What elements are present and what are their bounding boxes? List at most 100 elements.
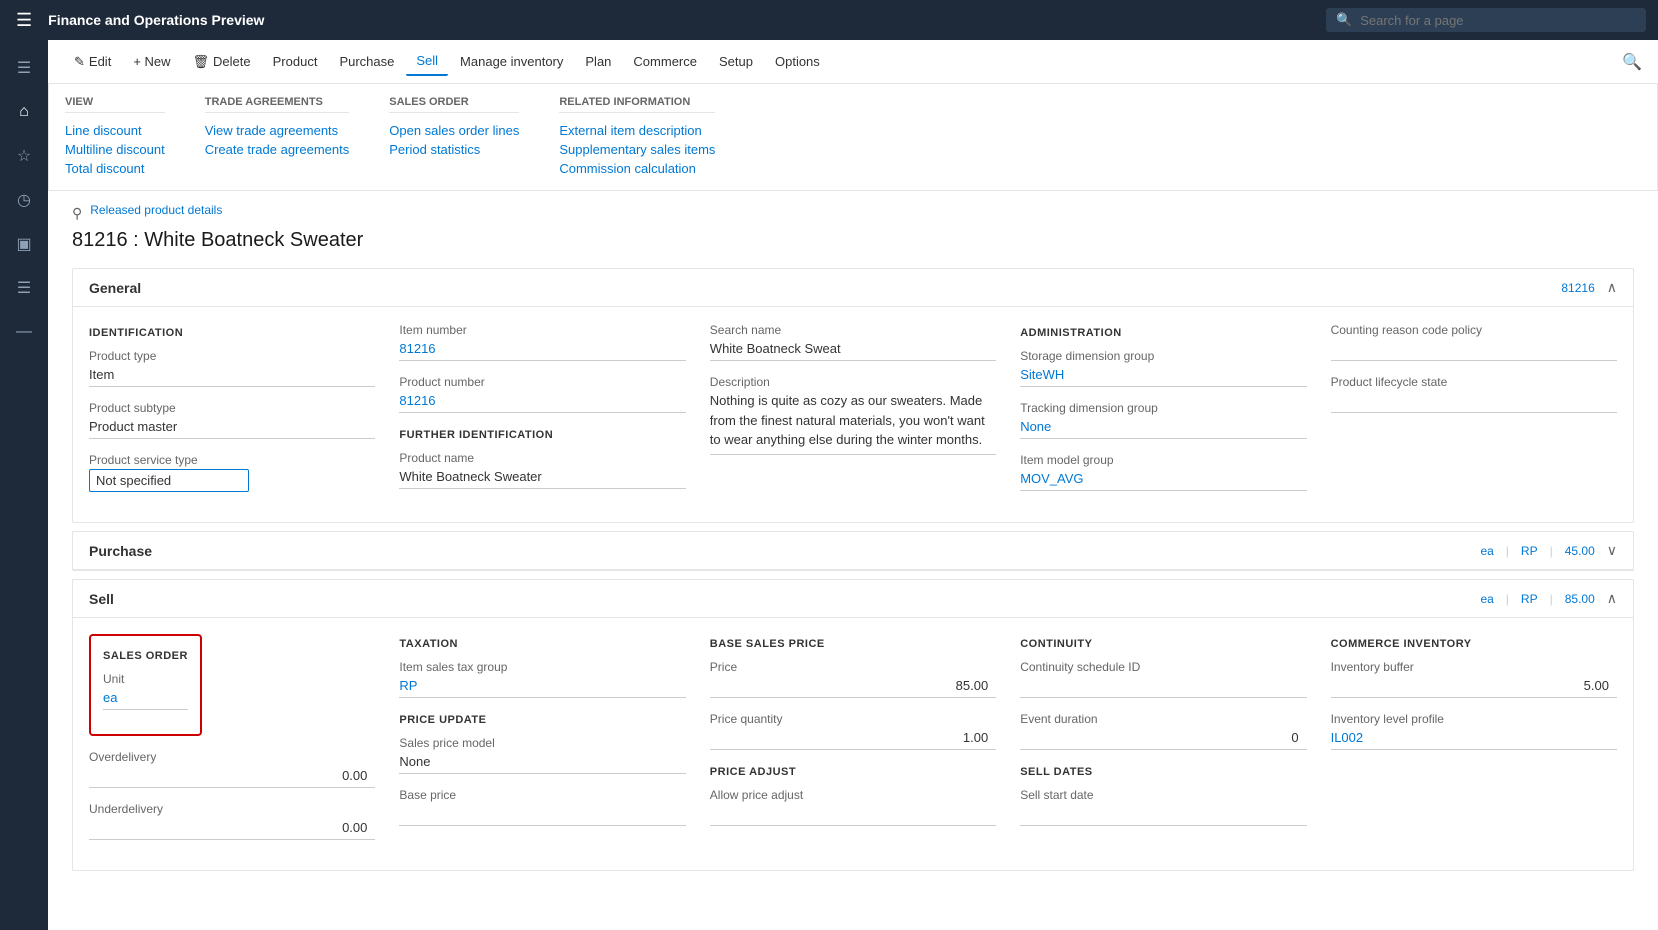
overdelivery-value: 0.00 [89,766,375,788]
purchase-button[interactable]: Purchase [329,48,404,75]
base-sales-price-column: BASE SALES PRICE Price 85.00 Price quant… [710,634,996,854]
global-search-box[interactable]: 🔍 [1326,8,1646,32]
taxation-title: TAXATION [399,638,685,650]
price-update-title: PRICE UPDATE [399,714,685,726]
administration-title: ADMINISTRATION [1020,327,1306,339]
item-number-value[interactable]: 81216 [399,339,685,361]
edit-button[interactable]: ✎ Edit [64,48,121,76]
options-button[interactable]: Options [765,48,830,75]
dropdown-view-section: View Line discount Multiline discount To… [65,96,165,178]
item-sales-tax-label: Item sales tax group [399,660,685,674]
dropdown-create-trade-agreements[interactable]: Create trade agreements [205,140,350,159]
sidebar-icon-favorites[interactable]: ☆ [4,136,44,176]
product-type-label: Product type [89,349,375,363]
purchase-section-chevron: ∨ [1607,542,1617,559]
product-number-value[interactable]: 81216 [399,391,685,413]
item-number-group: Item number 81216 [399,323,685,361]
global-search-input[interactable] [1360,13,1636,28]
continuity-schedule-group: Continuity schedule ID [1020,660,1306,698]
sales-price-model-value: None [399,752,685,774]
sidebar-icon-modules[interactable]: ☰ [4,268,44,308]
product-type-value: Item [89,365,375,387]
product-number-label: Product number [399,375,685,389]
administration-column: ADMINISTRATION Storage dimension group S… [1020,323,1306,506]
unit-value[interactable]: ea [103,688,188,710]
purchase-section-header[interactable]: Purchase ea | RP | 45.00 ∨ [73,532,1633,570]
dropdown-view-trade-agreements[interactable]: View trade agreements [205,121,350,140]
left-sidebar: ☰ ⌂ ☆ ◷ ▣ ☰ — [0,40,48,930]
sidebar-icon-pinned[interactable]: — [4,312,44,352]
toolbar-search-icon[interactable]: 🔍 [1622,52,1642,72]
sell-dropdown-menu: View Line discount Multiline discount To… [48,84,1658,191]
dropdown-multiline-discount[interactable]: Multiline discount [65,140,165,159]
sales-price-model-group: Sales price model None [399,736,685,774]
dropdown-total-discount[interactable]: Total discount [65,159,165,178]
dropdown-related-information-title: Related information [559,96,715,113]
storage-dimension-label: Storage dimension group [1020,349,1306,363]
identification-title: IDENTIFICATION [89,327,375,339]
tracking-dimension-value[interactable]: None [1020,417,1306,439]
continuity-column: CONTINUITY Continuity schedule ID Event … [1020,634,1306,854]
dropdown-related-information-section: Related information External item descri… [559,96,715,178]
sidebar-icon-workspaces[interactable]: ▣ [4,224,44,264]
description-group: Description Nothing is quite as cozy as … [710,375,996,455]
item-sales-tax-value[interactable]: RP [399,676,685,698]
search-name-label: Search name [710,323,996,337]
description-value: Nothing is quite as cozy as our sweaters… [710,391,996,455]
product-name-label: Product name [399,451,685,465]
dropdown-open-sales-order-lines[interactable]: Open sales order lines [389,121,519,140]
product-button[interactable]: Product [263,48,328,75]
new-button[interactable]: + New [123,48,180,75]
event-duration-label: Event duration [1020,712,1306,726]
sell-button[interactable]: Sell [406,47,448,76]
sales-order-column: SALES ORDER Unit ea Overdelivery 0.00 [89,634,375,854]
dropdown-external-item-description[interactable]: External item description [559,121,715,140]
identification-column: IDENTIFICATION Product type Item Product… [89,323,375,506]
sell-section-header[interactable]: Sell ea | RP | 85.00 ∧ [73,580,1633,618]
hamburger-menu-icon[interactable]: ☰ [12,6,36,35]
dropdown-period-statistics[interactable]: Period statistics [389,140,519,159]
further-identification-title: FURTHER IDENTIFICATION [399,429,685,441]
top-bar: ☰ Finance and Operations Preview 🔍 [0,0,1658,40]
product-service-type-input[interactable] [89,469,249,492]
commerce-button[interactable]: Commerce [623,48,707,75]
edit-icon: ✎ [74,54,85,70]
base-price-value [399,804,685,826]
delete-button[interactable]: 🗑 Delete [183,48,261,76]
setup-button[interactable]: Setup [709,48,763,75]
search-icon: 🔍 [1336,12,1352,28]
item-model-group: Item model group MOV_AVG [1020,453,1306,491]
manage-inventory-button[interactable]: Manage inventory [450,48,573,75]
sidebar-icon-recent[interactable]: ◷ [4,180,44,220]
sell-section-title: Sell [89,591,114,607]
sell-badge1: ea [1480,592,1493,606]
filter-icon[interactable]: ⚲ [72,205,82,222]
underdelivery-label: Underdelivery [89,802,375,816]
product-name-value: White Boatneck Sweater [399,467,685,489]
sell-section-body: SALES ORDER Unit ea Overdelivery 0.00 [73,618,1633,870]
item-model-value[interactable]: MOV_AVG [1020,469,1306,491]
toolbar: ✎ Edit + New 🗑 Delete Product Purchase S… [48,40,1658,84]
product-subtype-value: Product master [89,417,375,439]
counting-column: Counting reason code policy Product life… [1331,323,1617,506]
sidebar-icon-home[interactable]: ⌂ [4,92,44,132]
dropdown-line-discount[interactable]: Line discount [65,121,165,140]
inventory-level-profile-value[interactable]: IL002 [1331,728,1617,750]
tracking-dimension-label: Tracking dimension group [1020,401,1306,415]
plan-button[interactable]: Plan [575,48,621,75]
dropdown-supplementary-sales-items[interactable]: Supplementary sales items [559,140,715,159]
sidebar-icon-hamburger[interactable]: ☰ [4,48,44,88]
commerce-inventory-column: COMMERCE INVENTORY Inventory buffer 5.00… [1331,634,1617,854]
continuity-title: CONTINUITY [1020,638,1306,650]
dropdown-sales-order-section: Sales order Open sales order lines Perio… [389,96,519,178]
sell-badge3: 85.00 [1565,592,1595,606]
item-sales-tax-group: Item sales tax group RP [399,660,685,698]
purchase-section-title: Purchase [89,543,152,559]
general-section-header[interactable]: General 81216 ∧ [73,269,1633,307]
product-number-group: Product number 81216 [399,375,685,413]
breadcrumb[interactable]: Released product details [90,203,222,217]
dropdown-commission-calculation[interactable]: Commission calculation [559,159,715,178]
inventory-level-profile-group: Inventory level profile IL002 [1331,712,1617,750]
storage-dimension-value[interactable]: SiteWH [1020,365,1306,387]
sell-dates-title: SELL DATES [1020,766,1306,778]
